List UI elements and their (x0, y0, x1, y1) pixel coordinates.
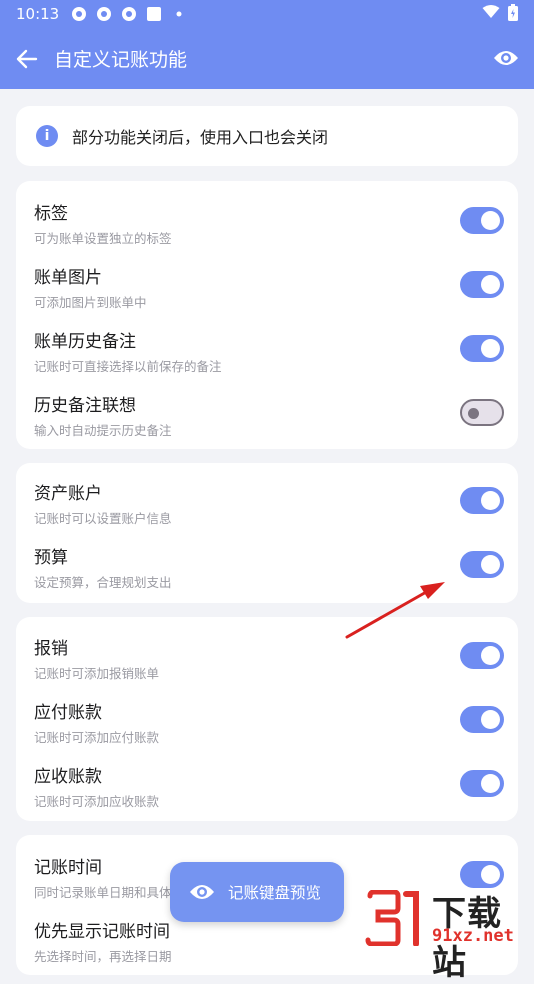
setting-row-note-suggest[interactable]: 历史备注联想 输入时自动提示历史备注 (16, 381, 518, 445)
dot-icon (171, 6, 187, 22)
toggle-switch[interactable] (460, 207, 504, 234)
page-title: 自定义记账功能 (54, 49, 188, 71)
info-text: 部分功能关闭后，使用入口也会关闭 (72, 128, 329, 147)
toggle-switch[interactable] (460, 770, 504, 797)
watermark-logo-icon (365, 890, 419, 946)
setting-row-asset-accounts[interactable]: 资产账户 记账时可以设置账户信息 (16, 469, 518, 533)
setting-subtitle: 可为账单设置独立的标签 (34, 231, 172, 246)
settings-group-3: 报销 记账时可添加报销账单 应付账款 记账时可添加应付账款 应收账款 记账时可添… (16, 617, 518, 821)
setting-title: 账单历史备注 (34, 332, 136, 352)
setting-subtitle: 同时记录账单日期和具体 (34, 885, 172, 900)
settings-group-2: 资产账户 记账时可以设置账户信息 预算 设定预算，合理规划支出 (16, 463, 518, 603)
status-time: 10:13 (16, 5, 60, 23)
keyboard-preview-label: 记账键盘预览 (228, 884, 322, 902)
setting-row-tags[interactable]: 标签 可为账单设置独立的标签 (16, 189, 518, 253)
setting-title: 资产账户 (34, 484, 102, 504)
setting-title: 应收账款 (34, 767, 102, 787)
setting-subtitle: 记账时可直接选择以前保存的备注 (34, 359, 222, 374)
setting-row-history-notes[interactable]: 账单历史备注 记账时可直接选择以前保存的备注 (16, 317, 518, 381)
battery-icon (508, 3, 518, 25)
setting-subtitle: 输入时自动提示历史备注 (34, 423, 172, 438)
info-icon: i (36, 125, 58, 147)
setting-title: 优先显示记账时间 (34, 922, 170, 942)
toggle-switch[interactable] (460, 551, 504, 578)
toggle-switch[interactable] (460, 399, 504, 426)
toggle-switch[interactable] (460, 335, 504, 362)
preview-button[interactable] (492, 44, 520, 72)
toggle-switch[interactable] (460, 642, 504, 669)
setting-subtitle: 先选择时间，再选择日期 (34, 949, 172, 964)
notification-icon (121, 6, 137, 22)
back-arrow-icon (16, 49, 38, 68)
setting-title: 应付账款 (34, 703, 102, 723)
app-bar: 自定义记账功能 (0, 28, 534, 89)
eye-icon (188, 878, 216, 906)
settings-group-1: 标签 可为账单设置独立的标签 账单图片 可添加图片到账单中 账单历史备注 记账时… (16, 181, 518, 449)
setting-row-bill-images[interactable]: 账单图片 可添加图片到账单中 (16, 253, 518, 317)
eye-icon (494, 51, 518, 65)
info-card: i 部分功能关闭后，使用入口也会关闭 (16, 106, 518, 166)
setting-subtitle: 记账时可添加应收账款 (34, 794, 160, 809)
setting-subtitle: 可添加图片到账单中 (34, 295, 147, 310)
setting-row-reimbursement[interactable]: 报销 记账时可添加报销账单 (16, 624, 518, 688)
square-notification-icon (146, 6, 162, 22)
toggle-switch[interactable] (460, 706, 504, 733)
setting-title: 历史备注联想 (34, 396, 136, 416)
setting-title: 记账时间 (34, 858, 102, 878)
toggle-switch[interactable] (460, 487, 504, 514)
setting-title: 账单图片 (34, 268, 102, 288)
watermark-url: 91xz.net (432, 926, 514, 946)
back-button[interactable] (0, 28, 54, 89)
setting-subtitle: 记账时可以设置账户信息 (34, 511, 172, 526)
status-bar: 10:13 (0, 0, 534, 28)
notification-icon (71, 6, 87, 22)
setting-row-payables[interactable]: 应付账款 记账时可添加应付账款 (16, 688, 518, 752)
setting-title: 报销 (34, 639, 68, 659)
setting-title: 标签 (34, 204, 68, 224)
setting-subtitle: 设定预算，合理规划支出 (34, 575, 172, 590)
wifi-icon (482, 5, 500, 23)
toggle-switch[interactable] (460, 271, 504, 298)
setting-row-budget[interactable]: 预算 设定预算，合理规划支出 (16, 533, 518, 597)
notification-icon (96, 6, 112, 22)
setting-subtitle: 记账时可添加应付账款 (34, 730, 160, 745)
setting-title: 预算 (34, 548, 68, 568)
keyboard-preview-button[interactable]: 记账键盘预览 (170, 862, 344, 922)
setting-subtitle: 记账时可添加报销账单 (34, 666, 160, 681)
setting-row-receivables[interactable]: 应收账款 记账时可添加应收账款 (16, 752, 518, 816)
watermark: 下载站 91xz.net (362, 884, 534, 983)
